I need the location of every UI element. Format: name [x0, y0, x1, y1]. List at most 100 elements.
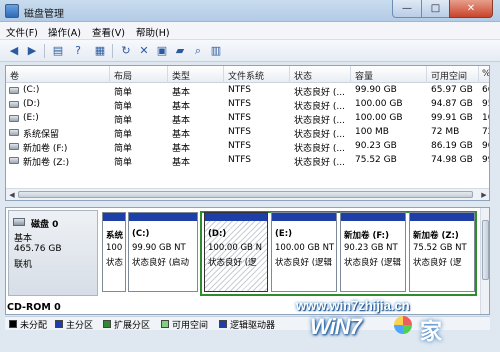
column-divider[interactable] [289, 66, 290, 83]
partition-body: 系统 100 状态 [103, 221, 125, 291]
open-folder-icon[interactable]: ▰ [172, 43, 188, 59]
window-title: 磁盘管理 [24, 9, 64, 20]
column-divider[interactable] [167, 66, 168, 83]
hard-disk-icon [13, 218, 25, 226]
scrollbar-thumb[interactable] [482, 220, 489, 280]
cell-percent: 96 [482, 141, 489, 151]
search-icon[interactable]: ⌕ [190, 43, 206, 59]
console-icon[interactable]: ▥ [208, 43, 224, 59]
minimize-button[interactable]: — [392, 0, 422, 18]
column-divider[interactable] [109, 66, 110, 83]
menu-view[interactable]: 查看(V) [92, 25, 125, 39]
column-header-layout[interactable]: 布局 [114, 69, 132, 82]
column-header-filesystem[interactable]: 文件系统 [228, 69, 264, 82]
partition-z[interactable]: 新加卷 (Z:) 75.52 GB NT 状态良好 (逻 [409, 212, 475, 292]
help-icon[interactable]: ? [70, 43, 86, 59]
volume-icon [9, 129, 19, 136]
watermark-zh: 家 [420, 320, 443, 345]
cell-capacity: 90.23 GB [355, 141, 397, 151]
partition-title: 新加卷 (Z:) [413, 231, 459, 241]
menu-file[interactable]: 文件(F) [6, 25, 38, 39]
column-header-status[interactable]: 状态 [294, 69, 312, 82]
cell-status: 状态良好 (... [294, 88, 345, 98]
refresh-icon[interactable]: ↻ [118, 43, 134, 59]
partition-c[interactable]: (C:) 99.90 GB NT 状态良好 (启动 [128, 212, 198, 292]
forward-icon[interactable]: ▶ [24, 43, 40, 59]
delete-icon[interactable]: ✕ [136, 43, 152, 59]
disk-state: 联机 [14, 260, 33, 270]
table-row[interactable]: 新加卷 (Z:) 简单 基本 NTFS 状态良好 (... 75.52 GB 7… [6, 154, 489, 168]
partition-size: 100.00 GB N [208, 243, 262, 253]
cell-layout: 简单 [114, 158, 133, 168]
watermark-url: www.win7zhijia.cn [296, 298, 410, 313]
partition-e[interactable]: (E:) 100.00 GB NT 状态良好 (逻辑 [271, 212, 337, 292]
table-row[interactable]: 新加卷 (F:) 简单 基本 NTFS 状态良好 (... 90.23 GB 8… [6, 140, 489, 154]
scroll-left-icon[interactable]: ◀ [7, 190, 17, 200]
cell-type: 基本 [172, 116, 191, 126]
cell-type: 基本 [172, 88, 191, 98]
back-icon[interactable]: ◀ [6, 43, 22, 59]
cell-layout: 简单 [114, 102, 133, 112]
column-divider[interactable] [350, 66, 351, 83]
close-button[interactable]: ✕ [449, 0, 493, 18]
partition-status: 状态良好 (逻辑 [344, 258, 402, 268]
column-header-capacity[interactable]: 容量 [355, 69, 373, 82]
scroll-right-icon[interactable]: ▶ [479, 190, 489, 200]
list-view-icon[interactable]: ▤ [50, 43, 66, 59]
menu-help[interactable]: 帮助(H) [136, 25, 170, 39]
column-divider[interactable] [478, 66, 479, 83]
disk-0-label[interactable]: 磁盘 0 基本 465.76 GB 联机 [8, 210, 98, 296]
cell-status: 状态良好 (... [294, 158, 345, 168]
volume-icon [9, 157, 19, 164]
table-row[interactable]: (C:) 简单 基本 NTFS 状态良好 (... 99.90 GB 65.97… [6, 84, 489, 98]
legend-logical: 逻辑驱动器 [230, 321, 276, 331]
cell-filesystem: NTFS [228, 127, 251, 137]
partition-f[interactable]: 新加卷 (F:) 90.23 GB NT 状态良好 (逻辑 [340, 212, 406, 292]
partition-header [341, 213, 405, 221]
cell-filesystem: NTFS [228, 113, 251, 123]
column-header-percent[interactable]: % [482, 69, 489, 79]
partition-title: (D:) [208, 229, 227, 239]
partition-body: 新加卷 (Z:) 75.52 GB NT 状态良好 (逻 [410, 221, 474, 291]
partition-title: 系统 [106, 231, 124, 241]
cell-capacity: 99.90 GB [355, 85, 397, 95]
cell-status: 状态良好 (... [294, 116, 345, 126]
table-row[interactable]: 系统保留 简单 基本 NTFS 状态良好 (... 100 MB 72 MB 7… [6, 126, 489, 140]
horizontal-scrollbar[interactable]: ◀ ▶ [6, 188, 489, 200]
legend-logical-swatch [219, 320, 227, 328]
cell-filesystem: NTFS [228, 85, 251, 95]
table-row[interactable]: (E:) 简单 基本 NTFS 状态良好 (... 100.00 GB 99.9… [6, 112, 489, 126]
cell-volume: 系统保留 [23, 130, 60, 140]
maximize-button[interactable]: □ [421, 0, 450, 18]
scrollbar-thumb[interactable] [18, 191, 473, 198]
menu-action[interactable]: 操作(A) [48, 25, 81, 39]
cell-volume: (E:) [23, 113, 39, 123]
partition-size: 75.52 GB NT [413, 243, 467, 253]
properties-grid-icon[interactable]: ▦ [92, 43, 108, 59]
cell-percent: 10 [482, 113, 489, 123]
partition-size: 90.23 GB NT [344, 243, 398, 253]
partition-size: 100 [106, 243, 123, 253]
column-divider[interactable] [223, 66, 224, 83]
menu-bar: 文件(F) 操作(A) 查看(V) 帮助(H) [0, 22, 500, 40]
column-divider[interactable] [426, 66, 427, 83]
cell-type: 基本 [172, 158, 191, 168]
column-header-volume[interactable]: 卷 [10, 69, 19, 82]
partition-title: (E:) [275, 229, 292, 239]
partition-status: 状态良好 (逻辑 [275, 258, 333, 268]
cell-status: 状态良好 (... [294, 102, 345, 112]
disk-name: 磁盘 0 [31, 220, 59, 230]
cell-volume: (D:) [23, 99, 40, 109]
cd-rom-0-label[interactable]: CD-ROM 0 [7, 302, 61, 313]
legend-primary-swatch [55, 320, 63, 328]
partition-d[interactable]: (D:) 100.00 GB N 状态良好 (逻 [204, 212, 268, 292]
cell-layout: 简单 [114, 144, 133, 154]
column-header-free-space[interactable]: 可用空间 [431, 69, 467, 82]
partition-system-reserved[interactable]: 系统 100 状态 [102, 212, 126, 292]
properties-icon[interactable]: ▣ [154, 43, 170, 59]
table-header: 卷 布局 类型 文件系统 状态 容量 可用空间 % [6, 66, 489, 83]
table-row[interactable]: (D:) 简单 基本 NTFS 状态良好 (... 100.00 GB 94.8… [6, 98, 489, 112]
volume-icon [9, 143, 19, 150]
column-header-type[interactable]: 类型 [172, 69, 190, 82]
cell-free-space: 74.98 GB [431, 155, 473, 165]
